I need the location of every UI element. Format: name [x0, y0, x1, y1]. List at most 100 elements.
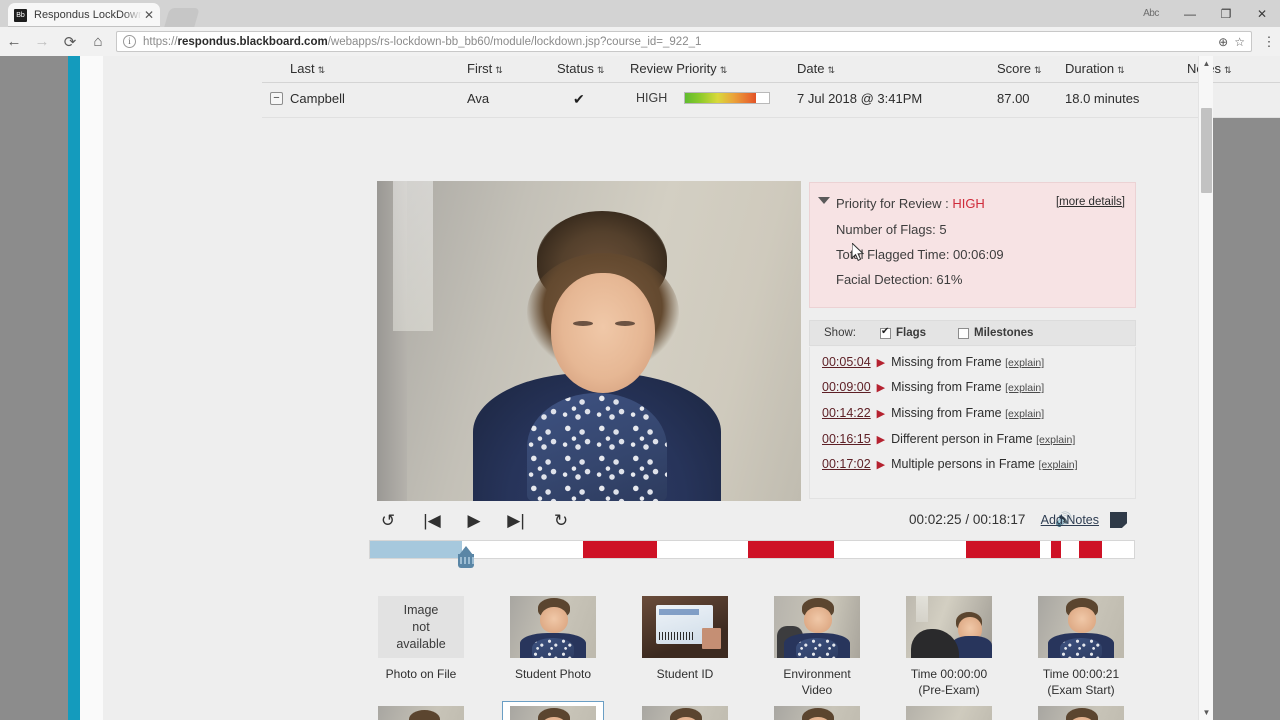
note-icon[interactable]	[1110, 512, 1127, 528]
thumbnail-student-id[interactable]: Student ID	[619, 596, 751, 682]
priority-gauge-fill	[685, 93, 757, 103]
flag-timestamp[interactable]: 00:16:15	[822, 432, 871, 446]
milestones-checkbox-label: Milestones	[974, 327, 1034, 339]
new-tab-button[interactable]	[164, 8, 200, 27]
scroll-up-icon[interactable]: ▲	[1199, 56, 1214, 71]
explain-link[interactable]: [explain]	[1038, 459, 1077, 471]
forward-10-icon[interactable]: ↻	[546, 506, 576, 536]
more-details-link[interactable]: [more details]	[1056, 196, 1125, 208]
timeline-flag-segment[interactable]	[1051, 541, 1061, 558]
timeline-flag-segment[interactable]	[583, 541, 657, 558]
flag-timestamp[interactable]: 00:09:00	[822, 380, 871, 394]
timeline-flag-segment[interactable]	[966, 541, 1040, 558]
milestones-checkbox[interactable]	[958, 327, 970, 339]
column-header-duration[interactable]: Duration ⇅	[1065, 61, 1125, 76]
column-header-score[interactable]: Score ⇅	[997, 61, 1041, 76]
thumbnail-environment-video[interactable]: Environment Video	[751, 596, 883, 698]
list-item[interactable]: 00:17:02 ▶ Multiple persons in Frame [expl…	[822, 457, 1078, 479]
flag-timestamp[interactable]: 00:14:22	[822, 406, 871, 420]
scrollbar-thumb[interactable]	[1201, 108, 1212, 193]
back-icon[interactable]: ←	[0, 27, 28, 56]
list-item[interactable]: 00:05:04 ▶ Missing from Frame [explain]	[822, 355, 1044, 377]
table-row[interactable]: − Campbell Ava ✔ HIGH 7 Jul 2018 @ 3:41P…	[262, 83, 1280, 118]
thumbnail-frame-3[interactable]	[619, 706, 751, 720]
thumbnail-student-photo[interactable]: Student Photo	[487, 596, 619, 682]
previous-icon[interactable]: |◀	[417, 506, 447, 536]
url-prefix: https://	[143, 35, 178, 48]
explain-link[interactable]: [explain]	[1036, 434, 1075, 446]
thumbnail-image	[642, 596, 728, 658]
reload-icon[interactable]: ⟳	[56, 27, 84, 56]
thumbnail-photo-on-file[interactable]: Image not available Photo on File	[355, 596, 487, 682]
minimize-button[interactable]: —	[1172, 0, 1208, 27]
flags-checkbox-group[interactable]: Flags	[879, 326, 926, 339]
timeline-flag-segment[interactable]	[1079, 541, 1102, 558]
bookmark-star-icon[interactable]: ☆	[1234, 35, 1245, 49]
thumbnail-frame-5[interactable]	[883, 706, 1015, 720]
list-item[interactable]: 00:09:00 ▶ Missing from Frame [explain]	[822, 380, 1044, 402]
window-controls: Abc — ❐ ✕	[1130, 0, 1280, 27]
maximize-button[interactable]: ❐	[1208, 0, 1244, 27]
cell-duration: 18.0 minutes	[1065, 91, 1140, 106]
thumbnail-frame-2-selected[interactable]	[487, 706, 619, 720]
thumbnail-image	[378, 706, 464, 720]
close-window-button[interactable]: ✕	[1244, 0, 1280, 27]
address-bar[interactable]: i https://respondus.blackboard.com/webap…	[116, 31, 1252, 52]
abc-icon[interactable]: Abc	[1130, 0, 1172, 27]
column-header-date[interactable]: Date ⇅	[797, 61, 835, 76]
play-icon[interactable]: ▶	[877, 459, 885, 471]
explain-link[interactable]: [explain]	[1005, 408, 1044, 420]
flag-list[interactable]: 00:05:04 ▶ Missing from Frame [explain] 00…	[809, 347, 1136, 499]
next-icon[interactable]: ▶|	[501, 506, 531, 536]
info-icon[interactable]: i	[123, 35, 136, 48]
thumbnail-label: Time 00:00:00 (Pre-Exam)	[883, 666, 1015, 698]
column-header-first[interactable]: First ⇅	[467, 61, 503, 76]
scroll-down-icon[interactable]: ▼	[1199, 705, 1214, 720]
milestones-checkbox-group[interactable]: Milestones	[958, 327, 1033, 339]
flags-checkbox[interactable]	[879, 326, 891, 339]
zoom-icon[interactable]: ⊕	[1218, 35, 1228, 49]
timeline-flag-segment[interactable]	[748, 541, 834, 558]
priority-title-label: Priority for Review :	[836, 196, 953, 211]
thumbnail-exam-start[interactable]: Time 00:00:21 (Exam Start)	[1015, 596, 1147, 698]
thumbnail-frame-1[interactable]	[355, 706, 487, 720]
browser-navbar: ← → ⟳ ⌂ i https://respondus.blackboard.c…	[0, 27, 1280, 56]
play-icon[interactable]: ▶	[877, 408, 885, 420]
explain-link[interactable]: [explain]	[1005, 382, 1044, 394]
add-notes-link[interactable]: Add Notes	[1041, 513, 1099, 527]
page-scrollbar[interactable]: ▲ ▼	[1198, 56, 1213, 720]
collapse-row-icon[interactable]: −	[270, 92, 283, 105]
thumbnail-image	[774, 596, 860, 658]
close-icon[interactable]: ✕	[144, 8, 154, 22]
play-icon[interactable]: ▶	[877, 434, 885, 446]
explain-link[interactable]: [explain]	[1005, 357, 1044, 369]
thumbnail-pre-exam[interactable]: Time 00:00:00 (Pre-Exam)	[883, 596, 1015, 698]
browser-menu-icon[interactable]: ⋮	[1258, 34, 1280, 50]
cell-status-check-icon: ✔	[573, 91, 585, 107]
list-item[interactable]: 00:14:22 ▶ Missing from Frame [explain]	[822, 406, 1044, 428]
thumbnail-label-line-2: (Pre-Exam)	[918, 683, 980, 697]
play-icon[interactable]: ▶	[459, 506, 489, 536]
video-timeline[interactable]	[369, 540, 1135, 568]
time-display: 00:02:25 / 00:18:17	[909, 512, 1025, 527]
rewind-10-icon[interactable]: ↺	[373, 506, 403, 536]
play-icon[interactable]: ▶	[877, 357, 885, 369]
flag-timestamp[interactable]: 00:17:02	[822, 457, 871, 471]
column-header-review-priority[interactable]: Review Priority ⇅	[630, 61, 727, 76]
proctoring-video-player[interactable]	[377, 181, 801, 501]
home-icon[interactable]: ⌂	[84, 27, 112, 56]
column-header-status[interactable]: Status ⇅	[557, 61, 604, 76]
thumbnail-label-line-1: Time 00:00:00	[910, 667, 988, 681]
flag-label: Different person in Frame	[891, 432, 1033, 446]
cell-last: Campbell	[290, 91, 345, 106]
timeline-scrubber-handle[interactable]	[455, 546, 477, 574]
thumbnail-frame-4[interactable]	[751, 706, 883, 720]
chevron-down-icon[interactable]	[818, 197, 830, 204]
thumbnail-frame-6[interactable]	[1015, 706, 1147, 720]
cell-score: 87.00	[997, 91, 1030, 106]
play-icon[interactable]: ▶	[877, 382, 885, 394]
column-header-last[interactable]: Last ⇅	[290, 61, 325, 76]
browser-tab[interactable]: Bb Respondus LockDown Br ✕	[8, 3, 160, 27]
list-item[interactable]: 00:16:15 ▶ Different person in Frame [expl…	[822, 432, 1075, 454]
flag-timestamp[interactable]: 00:05:04	[822, 355, 871, 369]
